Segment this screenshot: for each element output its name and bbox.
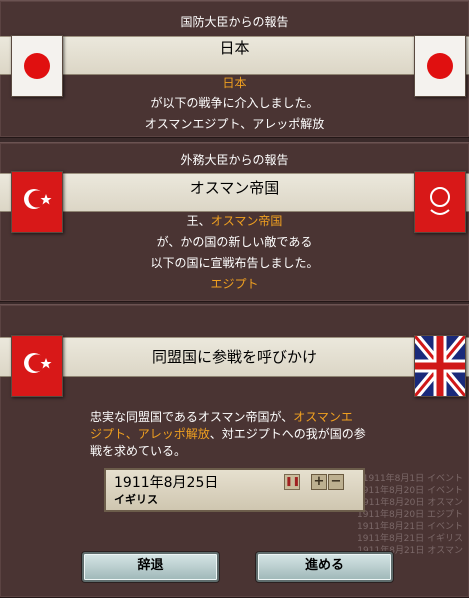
log-line: 1911年8月1日 イベント — [362, 474, 463, 484]
log-line: 1911年8月20日 オスマン — [357, 498, 463, 508]
declaring-country: オスマン帝国 — [210, 214, 283, 228]
pause-button[interactable]: ❚❚ — [284, 474, 300, 490]
foreign-minister-report-panel: 外務大臣からの報告 オスマン帝国 王、オスマン帝国 が、かの国の新しい敵である … — [0, 142, 469, 302]
call-to-arms-banner: 同盟国に参戦を呼びかけ — [0, 337, 469, 377]
message-text: 、対エジプトへの我が国の参 — [209, 427, 366, 441]
banner-title: 日本 — [219, 39, 250, 57]
title-prefix: 王、 — [186, 214, 211, 228]
country-banner: オスマン帝国 — [0, 173, 469, 212]
uk-flag-right — [414, 335, 466, 397]
message-text: 戦を求めている。 — [90, 444, 187, 458]
panel-header: 国防大臣からの報告 — [180, 15, 289, 29]
log-line: 1911年8月21日 イギリス — [357, 534, 463, 544]
ottoman-flag-left — [11, 335, 63, 397]
date-widget: 1911年8月25日 ❚❚ + − イギリス — [104, 468, 365, 512]
declaration-line-2: が、かの国の新しい敵である — [156, 235, 313, 249]
panel-header: 外務大臣からの報告 — [180, 153, 289, 167]
war-name-part: ジプト、アレッポ解放 — [90, 427, 210, 441]
background-event-log: 1911年8月1日 イベント 1911年8月20日 イベント 1911年8月20… — [357, 473, 463, 557]
war-name: オスマンエジプト、アレッポ解放 — [144, 117, 325, 131]
call-to-arms-panel: 同盟国に参戦を呼びかけ 忠実な同盟国であるオスマン帝国が、オスマンエ ジプト、ア… — [0, 304, 469, 598]
message-text: 忠実な同盟国であるオスマン帝国が、 — [90, 410, 294, 424]
current-date: 1911年8月25日 — [114, 475, 219, 491]
message-line-3: 戦を求めている。 — [90, 443, 390, 460]
defense-minister-report-panel: 国防大臣からの報告 日本 日本 が以下の戦争に介入しました。 オスマンエジプト、… — [0, 0, 469, 138]
message-line-2: ジプト、アレッポ解放、対エジプトへの我が国の参 — [90, 426, 390, 443]
target-country: エジプト — [210, 277, 259, 291]
banner-title: 同盟国に参戦を呼びかけ — [151, 348, 317, 366]
speed-up-button[interactable]: + — [311, 474, 327, 490]
message-line-1: 忠実な同盟国であるオスマン帝国が、オスマンエ — [90, 409, 390, 426]
call-to-arms-message: 忠実な同盟国であるオスマン帝国が、オスマンエ ジプト、アレッポ解放、対エジプトへ… — [90, 409, 390, 460]
declaration-line-1: 王、オスマン帝国 — [0, 211, 469, 231]
declaration-line-3: 以下の国に宣戦布告しました。 — [150, 256, 319, 270]
intervention-text: が以下の戦争に介入しました。 — [150, 96, 319, 110]
speed-down-button[interactable]: − — [328, 474, 344, 490]
player-nation: イギリス — [114, 493, 158, 506]
country-banner: 日本 — [0, 36, 469, 75]
war-name-part: オスマンエ — [293, 410, 353, 424]
log-line: 1911年8月20日 エジプト — [357, 510, 463, 520]
log-line: 1911年8月21日 イベント — [357, 522, 463, 532]
log-line: 1911年8月20日 イベント — [357, 486, 463, 496]
banner-title: オスマン帝国 — [189, 179, 280, 197]
decline-button[interactable]: 辞退 — [82, 552, 219, 582]
intervening-country: 日本 — [222, 76, 247, 90]
accept-button[interactable]: 進める — [256, 552, 393, 582]
